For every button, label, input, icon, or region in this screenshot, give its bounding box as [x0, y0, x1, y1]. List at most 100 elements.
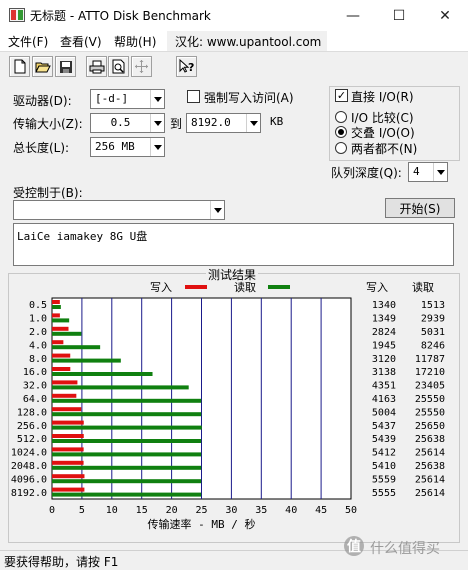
y-tick-label: 64.0: [23, 394, 47, 405]
read-value: 1513: [421, 300, 445, 311]
watermark-text: 什么值得买: [370, 541, 440, 557]
save-button[interactable]: [55, 56, 76, 77]
read-bar: [52, 452, 202, 457]
localization-credit[interactable]: 汉化: www.upantool.com: [167, 31, 327, 51]
save-icon: [59, 60, 72, 73]
watermark-logo-icon: 值: [344, 536, 364, 556]
svg-text:?: ?: [188, 61, 194, 74]
transfer-to-value: 8192.0: [191, 116, 231, 129]
controlled-by-label: 受控制于(B):: [13, 186, 83, 200]
x-tick-label: 35: [255, 505, 267, 516]
new-button[interactable]: [9, 56, 30, 77]
read-value: 25650: [415, 421, 445, 432]
total-length-select[interactable]: 256 MB: [90, 137, 165, 157]
io-compare-radio[interactable]: [335, 111, 347, 123]
y-tick-label: 1024.0: [11, 448, 47, 459]
window-title: 无标题 - ATTO Disk Benchmark: [30, 9, 211, 23]
read-value: 2939: [421, 314, 445, 325]
neither-io-label: 两者都不(N): [351, 142, 418, 156]
overlapped-io-radio[interactable]: [335, 126, 347, 138]
write-bar: [52, 420, 84, 425]
read-value: 25614: [415, 448, 445, 459]
new-icon: [14, 59, 25, 74]
move-button[interactable]: [131, 56, 152, 77]
write-bar: [52, 407, 82, 412]
neither-io-radio[interactable]: [335, 142, 347, 154]
y-tick-label: 16.0: [23, 367, 47, 378]
controlled-by-select[interactable]: [13, 200, 225, 220]
write-value: 2824: [372, 327, 396, 338]
print-preview-button[interactable]: [108, 56, 129, 77]
queue-depth-label: 队列深度(Q):: [331, 166, 402, 180]
drive-label: 驱动器(D):: [13, 94, 72, 108]
force-write-checkbox[interactable]: [187, 90, 200, 103]
chevron-down-icon: [433, 163, 447, 181]
write-value: 5559: [372, 474, 396, 485]
kb-unit: KB: [270, 115, 284, 128]
total-length-label: 总长度(L):: [13, 141, 70, 155]
transfer-from-select[interactable]: 0.5: [90, 113, 165, 133]
x-tick-label: 45: [315, 505, 327, 516]
write-value: 1340: [372, 300, 396, 311]
direct-io-checkbox[interactable]: ✓: [335, 89, 348, 102]
print-button[interactable]: [86, 56, 107, 77]
write-column-header: 写入: [366, 281, 388, 294]
minimize-button[interactable]: —: [330, 0, 376, 31]
start-button[interactable]: 开始(S): [385, 198, 455, 218]
y-tick-label: 512.0: [17, 434, 47, 445]
queue-depth-select[interactable]: 4: [408, 162, 448, 182]
watermark: 值 什么值得买: [342, 534, 468, 558]
write-bar: [52, 340, 64, 345]
x-axis-label: 传输速率 - MB / 秒: [148, 517, 256, 531]
legend-write-label: 写入: [150, 281, 172, 294]
read-bar: [52, 372, 153, 376]
write-bar: [52, 300, 60, 304]
drive-select[interactable]: [-d-]: [90, 89, 165, 109]
write-value: 1945: [372, 340, 396, 351]
read-bar: [52, 331, 82, 336]
y-tick-label: 2.0: [29, 327, 47, 338]
menu-file[interactable]: 文件(F): [8, 33, 48, 50]
benchmark-chart: 0 5 10 15 20 25 30 35 40 45 50传输速率 - MB / 秒写入 读取 写入读…: [11, 280, 445, 531]
y-tick-label: 0.5: [29, 300, 47, 311]
y-tick-label: 4.0: [29, 340, 47, 351]
write-bar: [52, 313, 60, 318]
title-bar[interactable]: 无标题 - ATTO Disk Benchmark — ☐ ✕: [0, 0, 468, 31]
write-value: 3138: [372, 367, 396, 378]
read-value: 25614: [415, 474, 445, 485]
read-bar: [52, 479, 202, 484]
menu-view[interactable]: 查看(V): [60, 33, 102, 50]
move-icon: [135, 60, 148, 73]
description-input[interactable]: LaiCe iamakey 8G U盘: [13, 223, 454, 266]
queue-depth-value: 4: [413, 165, 420, 178]
read-value: 25638: [415, 461, 445, 472]
direct-io-label: 直接 I/O(R): [351, 90, 414, 104]
read-bar: [52, 465, 202, 470]
close-button[interactable]: ✕: [422, 0, 468, 31]
main-panel: 驱动器(D): [-d-] 强制写入访问(A) ✓ 直接 I/O(R) I/O …: [0, 80, 468, 550]
write-value: 3120: [372, 354, 396, 365]
chevron-down-icon: [246, 114, 260, 132]
menu-help[interactable]: 帮助(H): [114, 33, 156, 50]
write-bar: [52, 353, 71, 358]
y-tick-label: 32.0: [23, 381, 47, 392]
y-tick-label: 8.0: [29, 354, 47, 365]
toolbar: ?: [0, 51, 468, 80]
write-value: 5439: [372, 434, 396, 445]
read-column-header: 读取: [412, 280, 434, 294]
transfer-to-select[interactable]: 8192.0: [186, 113, 261, 133]
chevron-down-icon: [150, 114, 164, 132]
chevron-down-icon: [150, 90, 164, 108]
read-value: 25638: [415, 434, 445, 445]
read-bar: [52, 385, 189, 390]
context-help-button[interactable]: ?: [176, 56, 197, 77]
print-preview-icon: [112, 59, 124, 74]
maximize-button[interactable]: ☐: [376, 0, 422, 31]
open-button[interactable]: [32, 56, 53, 77]
read-value: 23405: [415, 381, 445, 392]
transfer-from-value: 0.5: [110, 116, 131, 129]
write-value: 4163: [372, 394, 396, 405]
write-bar: [52, 447, 84, 452]
write-bar: [52, 393, 77, 398]
y-tick-label: 1.0: [29, 314, 47, 325]
